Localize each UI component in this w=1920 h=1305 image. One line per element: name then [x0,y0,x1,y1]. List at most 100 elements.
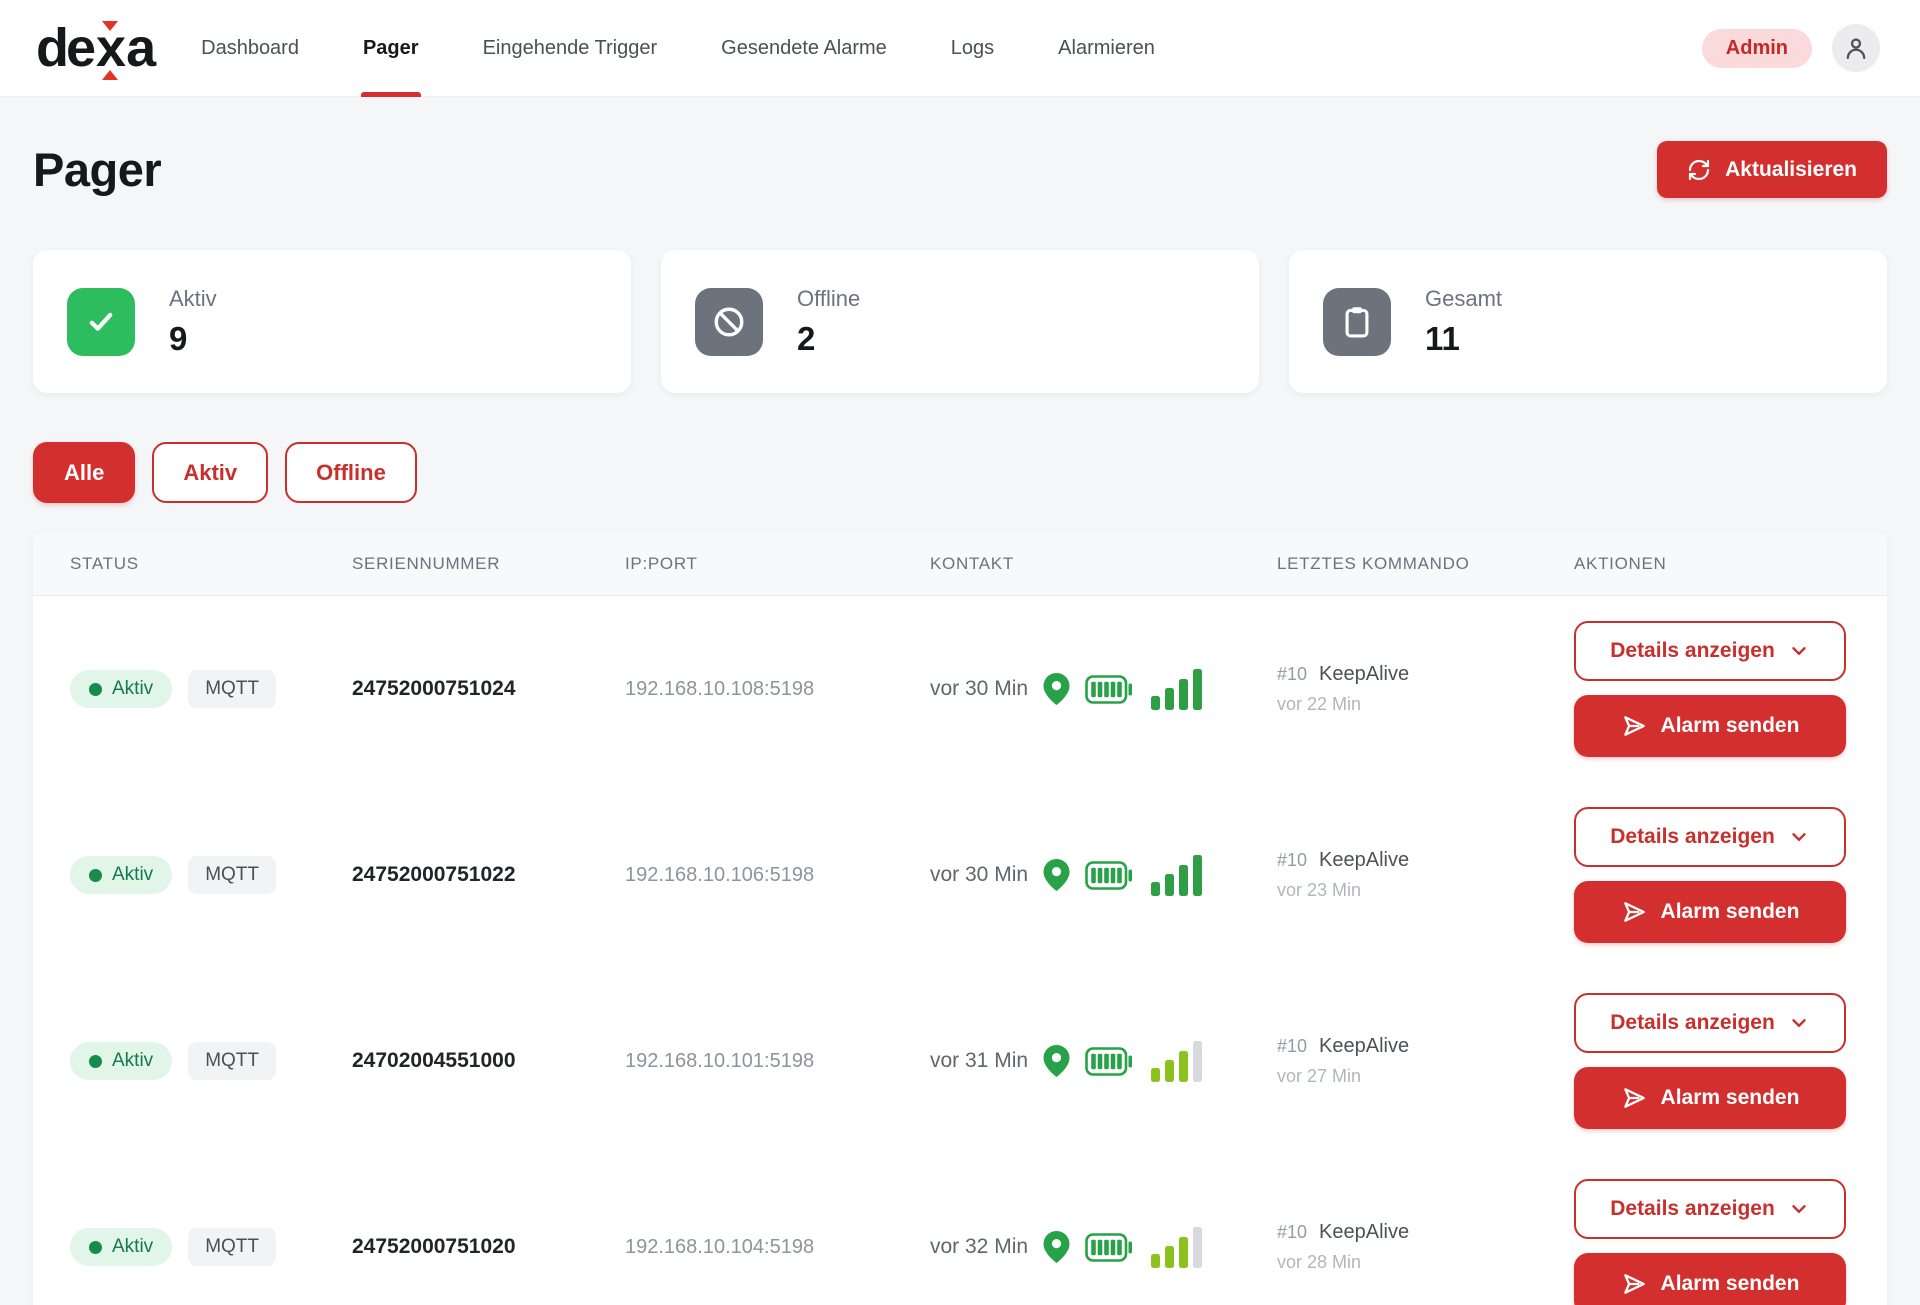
details-button-label: Details anzeigen [1610,639,1775,663]
signal-strength-icon [1151,855,1202,896]
battery-icon [1085,1233,1132,1262]
command-name: KeepAlive [1319,1221,1409,1244]
chevron-down-icon [1788,1198,1810,1220]
stat-value: 11 [1425,320,1502,358]
stat-card-aktiv: Aktiv 9 [33,250,631,393]
filter-aktiv-button[interactable]: Aktiv [152,442,268,503]
table-body: Aktiv MQTT 24752000751024 192.168.10.108… [33,596,1887,1305]
command-id: #10 [1277,1036,1307,1057]
send-icon [1621,1271,1647,1297]
stat-card-offline: Offline 2 [661,250,1259,393]
alarm-button-label: Alarm senden [1661,900,1800,924]
table-row: Aktiv MQTT 24702004551000 192.168.10.101… [33,968,1887,1154]
user-avatar[interactable] [1832,24,1880,72]
command-name: KeepAlive [1319,663,1409,686]
status-badge: Aktiv [70,1042,172,1080]
details-anzeigen-button[interactable]: Details anzeigen [1574,993,1846,1053]
alarm-button-label: Alarm senden [1661,1086,1800,1110]
column-header-aktionen: AKTIONEN [1574,554,1887,574]
details-anzeigen-button[interactable]: Details anzeigen [1574,1179,1846,1239]
alarm-button-label: Alarm senden [1661,714,1800,738]
serial-number: 24702004551000 [352,1049,516,1073]
alarm-senden-button[interactable]: Alarm senden [1574,1067,1846,1129]
send-icon [1621,1085,1647,1111]
command-time: vor 28 Min [1277,1252,1409,1273]
serial-number: 24752000751022 [352,863,516,887]
protocol-badge: MQTT [188,856,276,894]
chevron-down-icon [1788,826,1810,848]
battery-icon [1085,861,1132,890]
ip-port: 192.168.10.104:5198 [625,1236,814,1259]
column-header-status: STATUS [70,554,352,574]
table-row: Aktiv MQTT 24752000751024 192.168.10.108… [33,596,1887,782]
stat-label: Offline [797,286,860,312]
last-command-cell: #10 KeepAlive vor 27 Min [1277,1035,1409,1087]
command-name: KeepAlive [1319,1035,1409,1058]
nav-item-pager[interactable]: Pager [361,0,421,97]
last-command-cell: #10 KeepAlive vor 23 Min [1277,849,1409,901]
table-row: Aktiv MQTT 24752000751020 192.168.10.104… [33,1154,1887,1305]
stat-label: Aktiv [169,286,217,312]
last-contact-time: vor 31 Min [930,1049,1028,1073]
send-icon [1621,713,1647,739]
status-dot-icon [89,1055,102,1068]
details-anzeigen-button[interactable]: Details anzeigen [1574,807,1846,867]
status-label: Aktiv [112,1236,153,1258]
status-badge: Aktiv [70,1228,172,1266]
status-dot-icon [89,1241,102,1254]
nav-item-eingehende-trigger[interactable]: Eingehende Trigger [481,0,660,97]
command-time: vor 23 Min [1277,880,1409,901]
protocol-badge: MQTT [188,670,276,708]
status-badge: Aktiv [70,856,172,894]
alarm-senden-button[interactable]: Alarm senden [1574,695,1846,757]
serial-number: 24752000751024 [352,677,516,701]
page-title: Pager [33,142,161,197]
location-pin-icon [1043,1231,1070,1263]
status-filter-group: Alle Aktiv Offline [33,442,1887,503]
ip-port: 192.168.10.106:5198 [625,864,814,887]
alarm-senden-button[interactable]: Alarm senden [1574,1253,1846,1305]
last-contact-time: vor 32 Min [930,1235,1028,1259]
ip-port: 192.168.10.101:5198 [625,1050,814,1073]
column-header-seriennummer: SERIENNUMMER [352,554,625,574]
alarm-senden-button[interactable]: Alarm senden [1574,881,1846,943]
status-dot-icon [89,683,102,696]
last-contact-time: vor 30 Min [930,677,1028,701]
chevron-down-icon [1788,1012,1810,1034]
details-button-label: Details anzeigen [1610,1197,1775,1221]
admin-role-badge: Admin [1702,29,1812,68]
top-navbar: dexa Dashboard Pager Eingehende Trigger … [0,0,1920,97]
command-id: #10 [1277,850,1307,871]
main-nav: Dashboard Pager Eingehende Trigger Gesen… [199,0,1217,97]
details-anzeigen-button[interactable]: Details anzeigen [1574,621,1846,681]
nav-item-dashboard[interactable]: Dashboard [199,0,301,97]
column-header-kontakt: KONTAKT [930,554,1277,574]
filter-offline-button[interactable]: Offline [285,442,417,503]
nav-item-gesendete-alarme[interactable]: Gesendete Alarme [719,0,889,97]
protocol-badge: MQTT [188,1228,276,1266]
location-pin-icon [1043,1045,1070,1077]
command-time: vor 22 Min [1277,694,1409,715]
details-button-label: Details anzeigen [1610,825,1775,849]
ban-icon [695,288,763,356]
logo-text: de [36,17,93,79]
refresh-button-label: Aktualisieren [1725,158,1857,182]
status-dot-icon [89,869,102,882]
nav-item-alarmieren[interactable]: Alarmieren [1056,0,1157,97]
status-label: Aktiv [112,864,153,886]
stat-value: 9 [169,320,217,358]
stat-value: 2 [797,320,860,358]
battery-icon [1085,675,1132,704]
refresh-button[interactable]: Aktualisieren [1657,141,1887,198]
command-id: #10 [1277,1222,1307,1243]
last-command-cell: #10 KeepAlive vor 28 Min [1277,1221,1409,1273]
nav-item-logs[interactable]: Logs [949,0,996,97]
brand-logo[interactable]: dexa [36,17,153,79]
signal-strength-icon [1151,669,1202,710]
table-header-row: STATUS SERIENNUMMER IP:PORT KONTAKT LETZ… [33,532,1887,596]
signal-strength-icon [1151,1041,1202,1082]
status-label: Aktiv [112,1050,153,1072]
filter-alle-button[interactable]: Alle [33,442,135,503]
command-time: vor 27 Min [1277,1066,1409,1087]
command-id: #10 [1277,664,1307,685]
